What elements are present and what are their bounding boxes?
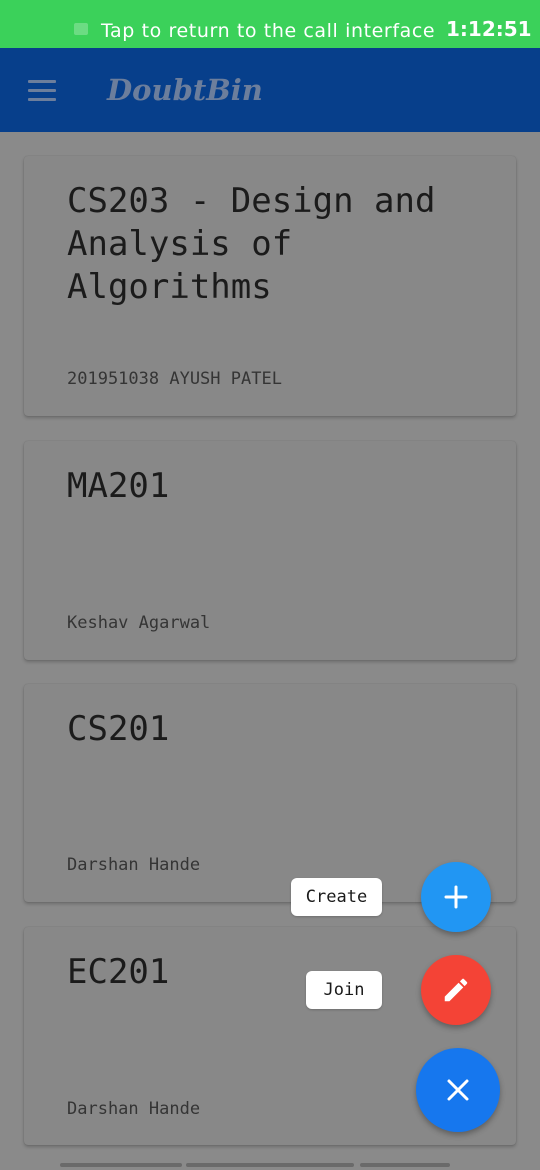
class-owner: Darshan Hande (67, 1099, 201, 1119)
app-bar (0, 48, 540, 132)
create-label[interactable]: Create (291, 878, 382, 916)
pencil-icon (444, 978, 468, 1002)
create-button[interactable] (421, 862, 491, 932)
class-owner: Keshav Agarwal (67, 613, 211, 633)
class-owner: Darshan Hande (67, 855, 201, 875)
next-card-edge (360, 1163, 450, 1167)
join-label[interactable]: Join (306, 971, 382, 1009)
next-card-edge (186, 1163, 354, 1167)
class-title: MA201 (67, 466, 170, 506)
join-button[interactable] (421, 955, 491, 1025)
class-owner: 201951038 AYUSH PATEL (67, 369, 282, 389)
call-icon (74, 23, 88, 35)
close-speed-dial-button[interactable] (416, 1048, 500, 1132)
class-card[interactable]: CS203 - Design and Analysis of Algorithm… (24, 156, 516, 416)
plus-icon (444, 885, 468, 909)
class-card[interactable]: MA201 Keshav Agarwal (24, 441, 516, 660)
next-card-edge (60, 1163, 182, 1167)
call-return-text: Tap to return to the call interface (101, 20, 436, 42)
hamburger-menu-icon[interactable] (28, 80, 56, 102)
class-title: CS203 - Design and Analysis of Algorithm… (67, 181, 436, 307)
call-duration: 1:12:51 (446, 17, 532, 41)
app-title: DoubtBin (107, 73, 263, 107)
status-bar[interactable]: Tap to return to the call interface 1:12… (0, 0, 540, 48)
class-title: CS201 (67, 709, 170, 749)
close-icon (447, 1079, 469, 1101)
